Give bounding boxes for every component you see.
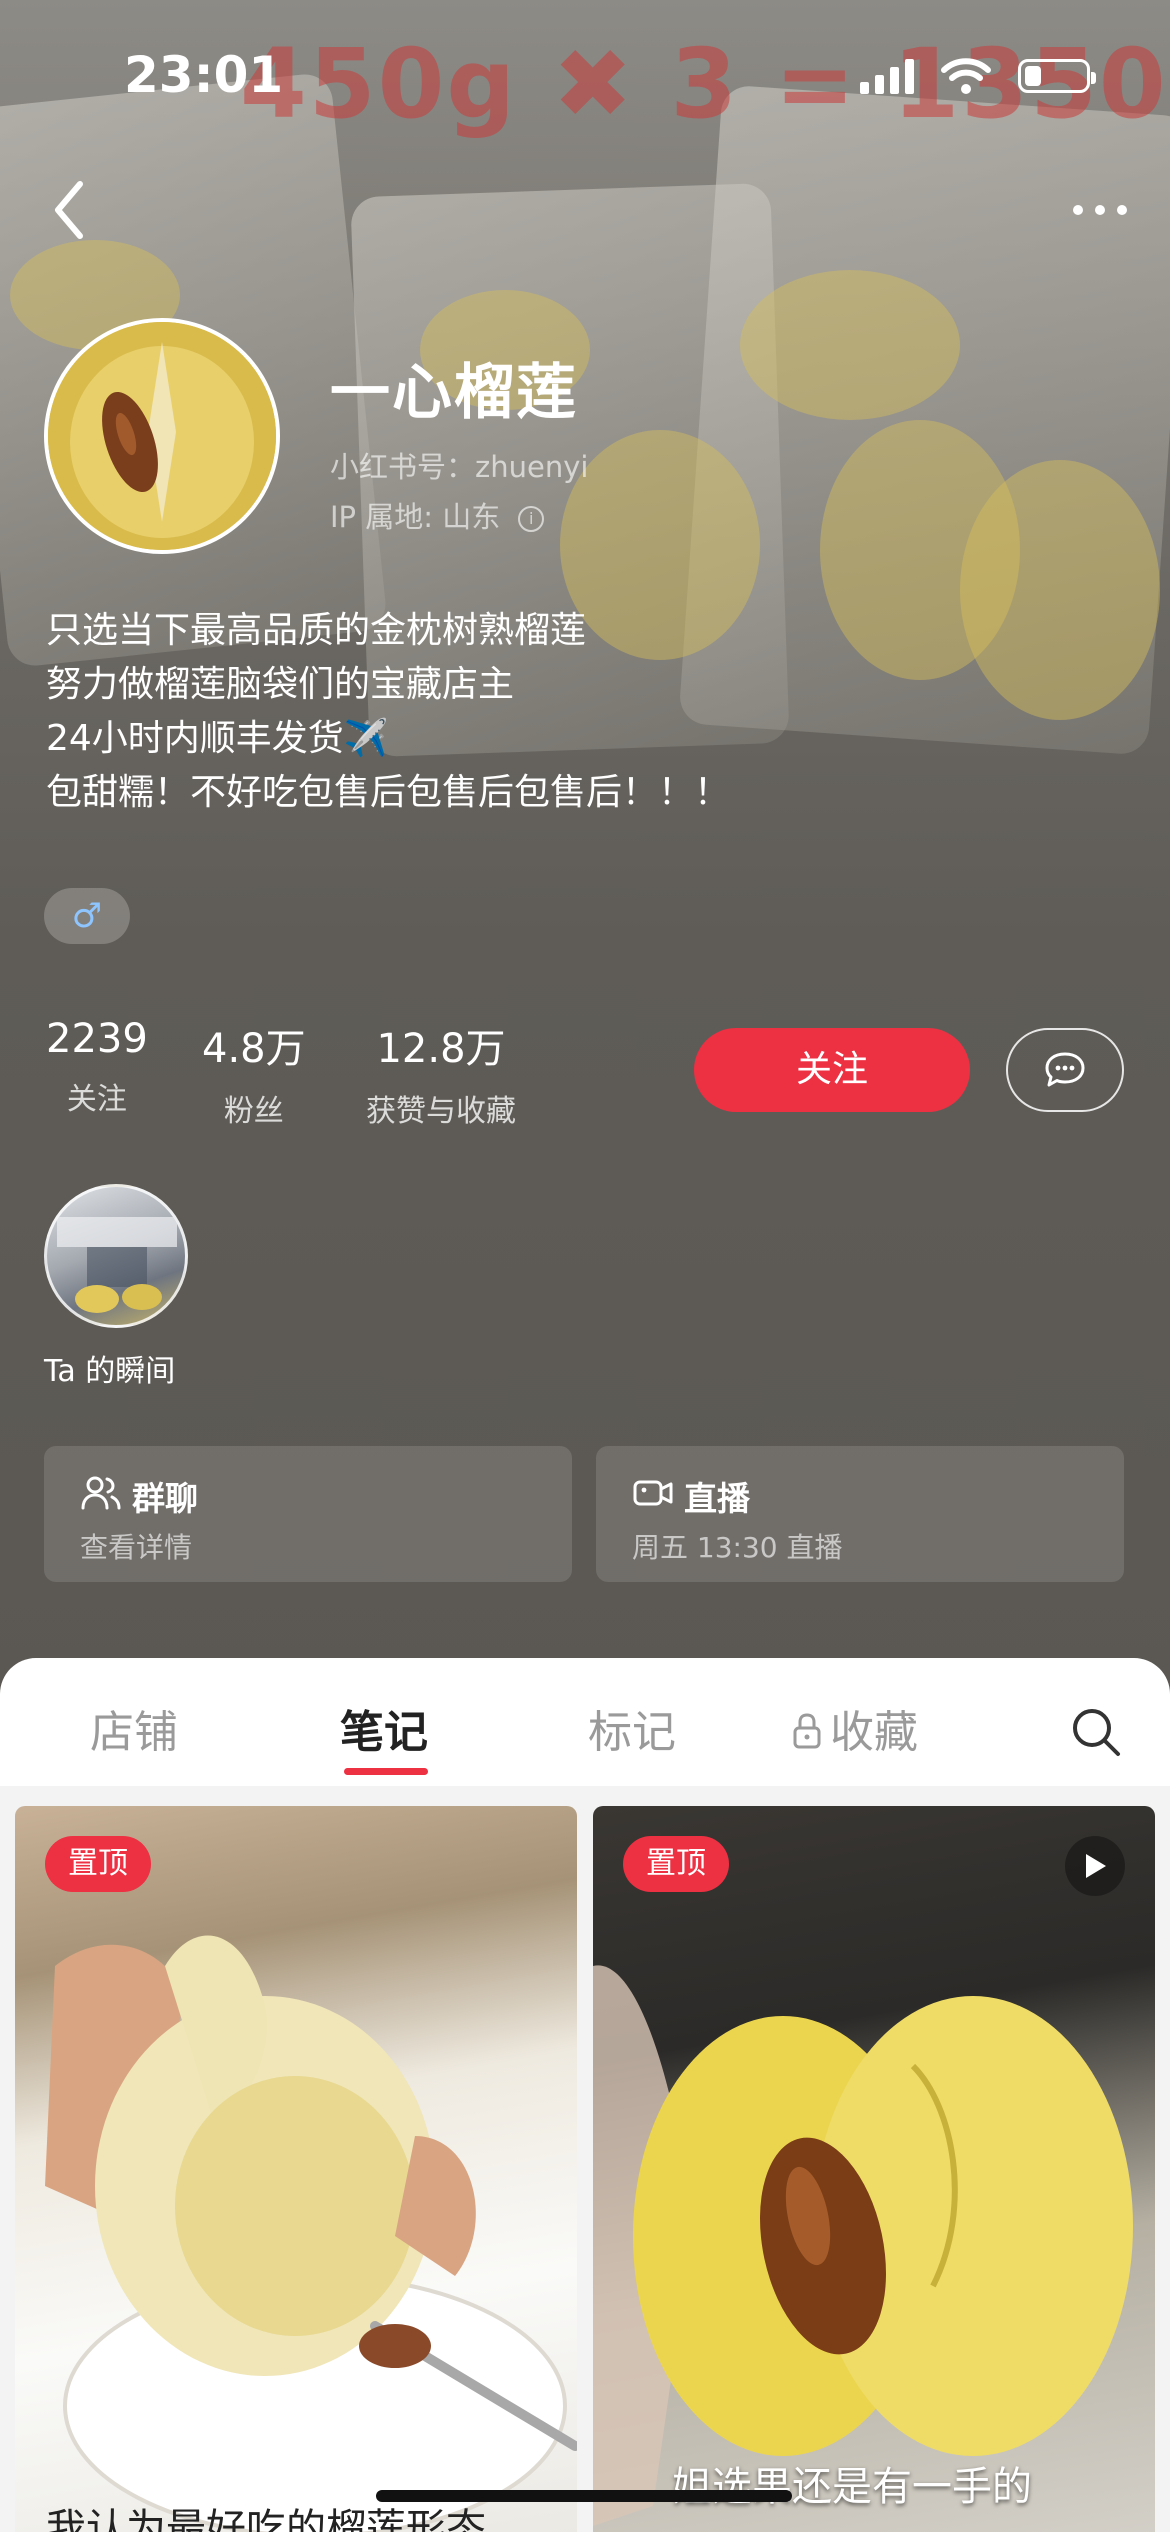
lock-icon: [793, 1713, 821, 1749]
stat-followers[interactable]: 4.8万 粉丝: [202, 1016, 306, 1130]
card-subtitle: 周五 13:30 直播: [632, 1531, 843, 1564]
video-play-icon: [1065, 1836, 1125, 1896]
bio-line: 包甜糯！不好吃包售后包售后包售后！！！: [46, 772, 731, 813]
moments-label: Ta 的瞬间: [44, 1354, 176, 1389]
battery-icon: [1018, 59, 1096, 93]
active-tab-indicator: [344, 1768, 428, 1775]
live-card[interactable]: 直播 周五 13:30 直播: [596, 1446, 1124, 1582]
tab-collections[interactable]: 收藏: [790, 1696, 918, 1760]
note-card[interactable]: 置顶: [593, 1806, 1155, 2532]
tab-label: 收藏: [830, 1707, 918, 1758]
search-icon[interactable]: [1068, 1704, 1124, 1760]
note-video-caption: 姐选果还是有一手的: [672, 2464, 1032, 2510]
status-icons: [860, 52, 1096, 100]
group-icon: [81, 1476, 121, 1510]
home-indicator[interactable]: [376, 2490, 792, 2502]
moment-image: [57, 1217, 177, 1313]
pinned-badge: 置顶: [45, 1836, 151, 1892]
stat-label: 关注: [66, 1082, 127, 1117]
note-card[interactable]: 置顶: [15, 1806, 577, 2532]
stat-number: 4.8万: [202, 1026, 306, 1072]
bio: 只选当下最高品质的金枕树熟榴莲 努力做榴莲脑袋们的宝藏店主 24小时内顺丰发货✈…: [46, 604, 1126, 820]
more-options-icon[interactable]: [1060, 180, 1140, 240]
note-image-durian-hand: [45, 1935, 577, 2532]
stat-label: 粉丝: [223, 1094, 284, 1129]
chat-bubble-icon: [1045, 1052, 1085, 1087]
gender-male-icon: ♂: [44, 888, 130, 944]
card-title: 群聊: [132, 1479, 198, 1518]
header-background: 450g ✖ 3 = 1350g: [0, 0, 1170, 1700]
wifi-icon: [941, 58, 991, 94]
ip-location-row: IP 属地: 山东 i: [330, 494, 545, 536]
ip-location: IP 属地: 山东: [330, 500, 501, 534]
tab-shop[interactable]: 店铺: [90, 1696, 178, 1760]
card-title: 直播: [684, 1479, 750, 1518]
profile-name: 一心榴莲: [330, 358, 578, 428]
group-chat-card[interactable]: 群聊 查看详情: [44, 1446, 572, 1582]
stat-likes-collects[interactable]: 12.8万 获赞与收藏: [366, 1016, 516, 1130]
moment-thumbnail[interactable]: [44, 1184, 188, 1328]
stat-following[interactable]: 2239 关注: [46, 1016, 148, 1118]
stat-label: 获赞与收藏: [366, 1094, 516, 1129]
card-subtitle: 查看详情: [80, 1531, 193, 1564]
bio-line: 只选当下最高品质的金枕树熟榴莲: [46, 610, 587, 651]
stat-number: 12.8万: [376, 1026, 506, 1072]
tab-marks[interactable]: 标记: [588, 1696, 676, 1760]
stat-number: 2239: [46, 1016, 148, 1062]
xhs-id: 小红书号：zhuenyi: [330, 450, 589, 484]
pinned-badge: 置顶: [623, 1836, 729, 1892]
follow-button[interactable]: 关注: [694, 1028, 970, 1112]
durian-avatar-image: [48, 322, 276, 550]
live-icon: [633, 1480, 673, 1506]
profile-page: 450g ✖ 3 = 1350g 23:01 一心榴莲 小红书号：zhuenyi…: [0, 0, 1170, 2532]
message-button[interactable]: [1006, 1028, 1124, 1112]
back-arrow-icon[interactable]: [40, 170, 100, 250]
status-time: 23:01: [124, 46, 284, 104]
info-icon[interactable]: i: [518, 506, 545, 532]
avatar[interactable]: [44, 318, 280, 554]
bio-line: 24小时内顺丰发货✈️: [46, 718, 389, 759]
tab-bar: 店铺 笔记 标记 收藏: [0, 1658, 1170, 1786]
cellular-signal-icon: [860, 58, 914, 94]
bio-line: 努力做榴莲脑袋们的宝藏店主: [46, 664, 515, 705]
note-image-durian-open: [593, 1965, 1133, 2526]
tab-notes[interactable]: 笔记: [340, 1696, 428, 1760]
